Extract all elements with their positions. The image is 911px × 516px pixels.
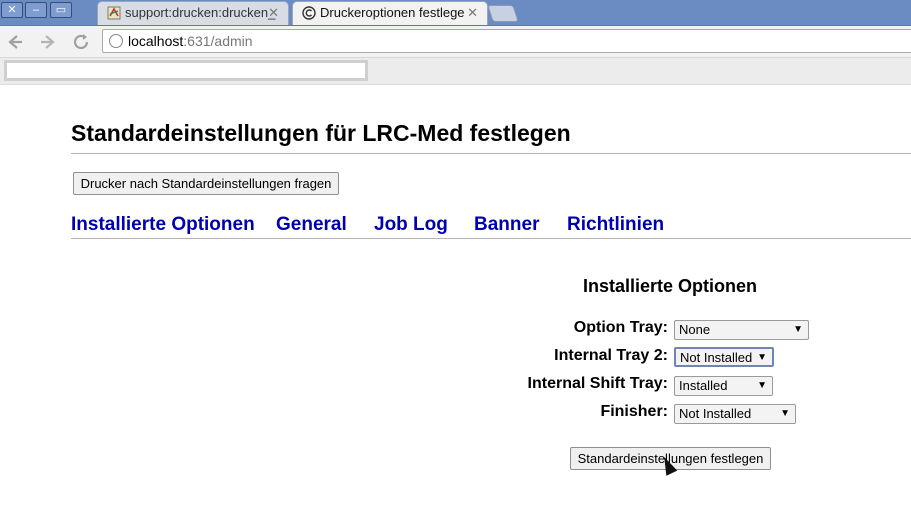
tab-support-drucken[interactable]: support:drucken:drucken_ ✕ bbox=[97, 1, 289, 25]
finisher-select[interactable]: Not Installed ▼ bbox=[674, 404, 796, 424]
internal-tray-2-select[interactable]: Not Installed ▼ bbox=[674, 347, 774, 367]
nav-job-log[interactable]: Job Log bbox=[374, 214, 448, 236]
tab-label: Druckeroptionen festlege bbox=[320, 5, 465, 20]
tab-strip: ✕ – ▭ support:drucken:drucken_ ✕ Drucker… bbox=[0, 0, 911, 26]
select-value: None bbox=[679, 322, 711, 337]
tab-close-icon[interactable]: ✕ bbox=[467, 2, 478, 24]
dropdown-arrow-icon: ▼ bbox=[757, 380, 767, 391]
tab-druckeroptionen[interactable]: Druckeroptionen festlege ✕ bbox=[292, 1, 488, 25]
tab-label: support:drucken:drucken_ bbox=[125, 5, 276, 20]
internal-shift-tray-select[interactable]: Installed ▼ bbox=[674, 376, 773, 396]
url-text: localhost:631/admin bbox=[128, 33, 253, 49]
cups-favicon-icon bbox=[302, 6, 316, 20]
window-minimize-icon[interactable]: – bbox=[25, 2, 47, 18]
window-close-icon[interactable]: ✕ bbox=[1, 2, 23, 18]
back-icon[interactable] bbox=[4, 31, 26, 53]
section-title: Installierte Optionen bbox=[582, 276, 758, 296]
globe-icon bbox=[109, 34, 123, 48]
doc-favicon-icon bbox=[107, 6, 121, 20]
forward-icon[interactable] bbox=[37, 31, 59, 53]
dropdown-arrow-icon: ▼ bbox=[793, 324, 803, 335]
settings-nav: Installierte Optionen General Job Log Ba… bbox=[71, 214, 911, 239]
internal-shift-tray-label: Internal Shift Tray: bbox=[527, 375, 668, 392]
window-restore-icon[interactable]: ▭ bbox=[50, 2, 72, 18]
browser-toolbar: localhost:631/admin bbox=[0, 26, 911, 58]
address-bar[interactable]: localhost:631/admin bbox=[102, 29, 911, 53]
nav-banner[interactable]: Banner bbox=[474, 214, 539, 236]
reload-icon[interactable] bbox=[70, 31, 92, 53]
tab-close-icon[interactable]: ✕ bbox=[268, 2, 279, 24]
page-title: Standardeinstellungen für LRC-Med festle… bbox=[71, 120, 911, 154]
nav-installed-options[interactable]: Installierte Optionen bbox=[71, 214, 255, 236]
query-defaults-button[interactable]: Drucker nach Standardeinstellungen frage… bbox=[73, 172, 339, 195]
bookmark-placeholder bbox=[4, 60, 368, 81]
dropdown-arrow-icon: ▼ bbox=[780, 408, 790, 419]
select-value: Not Installed bbox=[679, 406, 752, 421]
new-tab-button[interactable] bbox=[487, 5, 519, 22]
dropdown-arrow-icon: ▼ bbox=[757, 352, 767, 363]
option-tray-label: Option Tray: bbox=[573, 319, 668, 336]
select-value: Installed bbox=[679, 378, 728, 393]
nav-general[interactable]: General bbox=[276, 214, 347, 236]
option-tray-select[interactable]: None ▼ bbox=[674, 320, 809, 340]
finisher-label: Finisher: bbox=[600, 403, 668, 420]
bookmarks-bar bbox=[0, 58, 911, 85]
select-value: Not Installed bbox=[680, 350, 753, 365]
internal-tray-2-label: Internal Tray 2: bbox=[554, 347, 668, 364]
nav-policies[interactable]: Richtlinien bbox=[567, 214, 664, 236]
